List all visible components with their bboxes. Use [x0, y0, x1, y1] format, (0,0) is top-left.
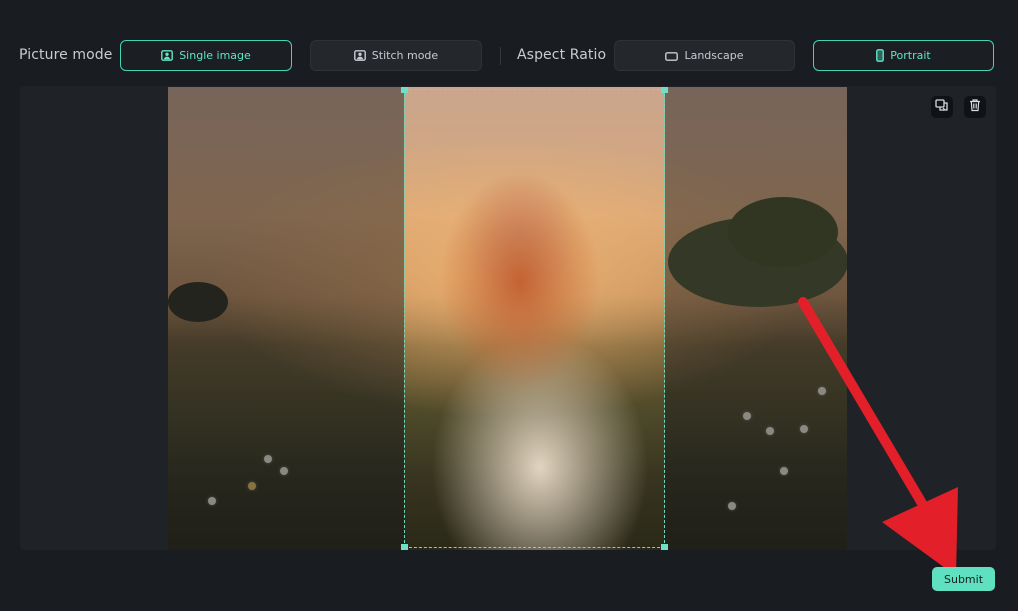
landscape-label: Landscape — [684, 49, 744, 62]
landscape-icon — [665, 51, 679, 61]
submit-button[interactable]: Submit — [932, 567, 995, 591]
stitch-mode-button[interactable]: Stitch mode — [310, 40, 482, 71]
portrait-crop-frame[interactable] — [401, 87, 668, 550]
crop-handle-top-left[interactable] — [401, 87, 408, 93]
single-image-icon — [161, 50, 174, 61]
single-image-label: Single image — [179, 49, 251, 62]
picture-mode-label: Picture mode — [19, 47, 113, 63]
replace-image-button[interactable] — [931, 96, 953, 118]
trash-icon — [968, 98, 982, 117]
toolbar: Picture mode Single image Stitch mode As… — [0, 0, 1018, 86]
delete-image-button[interactable] — [964, 96, 986, 118]
portrait-icon — [876, 49, 885, 62]
single-image-button[interactable]: Single image — [120, 40, 292, 71]
crop-outside-right — [665, 87, 847, 550]
portrait-button[interactable]: Portrait — [813, 40, 994, 71]
aspect-ratio-label: Aspect Ratio — [517, 47, 607, 63]
stitch-mode-icon — [353, 50, 366, 61]
stitch-mode-label: Stitch mode — [371, 49, 439, 62]
portrait-label: Portrait — [890, 49, 931, 62]
crop-handle-bottom-right[interactable] — [661, 544, 668, 550]
crop-outside-left — [168, 87, 404, 550]
landscape-button[interactable]: Landscape — [614, 40, 795, 71]
toolbar-divider — [500, 47, 501, 65]
source-photo — [168, 87, 847, 550]
crop-handle-bottom-left[interactable] — [401, 544, 408, 550]
image-canvas[interactable] — [20, 86, 996, 550]
replace-image-icon — [935, 98, 949, 117]
crop-handle-top-right[interactable] — [661, 87, 668, 93]
